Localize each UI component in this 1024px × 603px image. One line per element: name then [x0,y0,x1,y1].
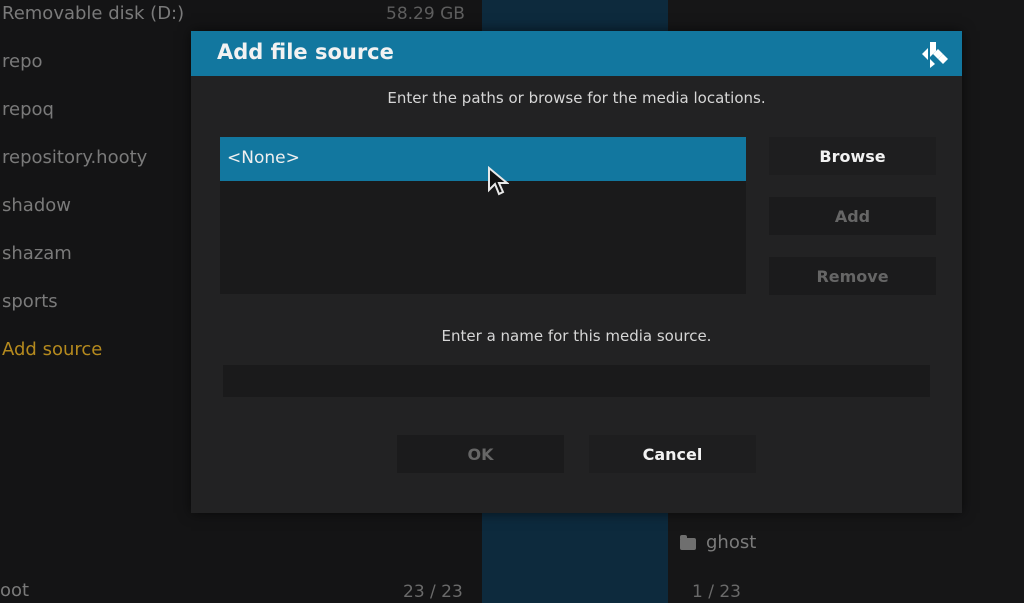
list-item-removable-disk[interactable]: Removable disk (D:) [2,3,184,24]
add-file-source-dialog: Add file source Enter the paths or brows… [191,31,962,513]
mouse-cursor-icon [488,166,509,196]
browse-button[interactable]: Browse [769,137,936,175]
paths-list[interactable]: <None> [220,137,746,294]
dialog-header: Add file source [191,31,962,76]
cancel-button[interactable]: Cancel [589,435,756,473]
paths-instruction: Enter the paths or browse for the media … [387,89,766,107]
footer-path: oot [0,580,30,601]
list-item-repoq[interactable]: repoq [2,99,54,120]
kodi-logo-icon [922,42,948,68]
remove-button[interactable]: Remove [769,257,936,295]
name-instruction: Enter a name for this media source. [441,327,712,345]
list-item-repository-hooty[interactable]: repository.hooty [2,147,147,168]
list-item-shazam[interactable]: shazam [2,243,72,264]
source-name-field[interactable] [223,365,930,397]
path-item-none[interactable]: <None> [220,137,746,181]
list-item-sports[interactable]: sports [2,291,58,312]
list-item-shadow[interactable]: shadow [2,195,71,216]
left-item-count: 23 / 23 [403,582,463,602]
path-item-label: <None> [227,148,300,168]
add-button[interactable]: Add [769,197,936,235]
list-item-add-source[interactable]: Add source [2,339,102,360]
disk-size: 58.29 GB [386,4,465,24]
folder-icon [680,534,696,550]
right-item-count: 1 / 23 [692,582,741,602]
right-list-item-ghost[interactable]: ghost [680,532,756,553]
ok-button[interactable]: OK [397,435,564,473]
list-item-repo[interactable]: repo [2,51,43,72]
dialog-title: Add file source [217,40,394,64]
right-list-item-label: ghost [706,532,757,553]
